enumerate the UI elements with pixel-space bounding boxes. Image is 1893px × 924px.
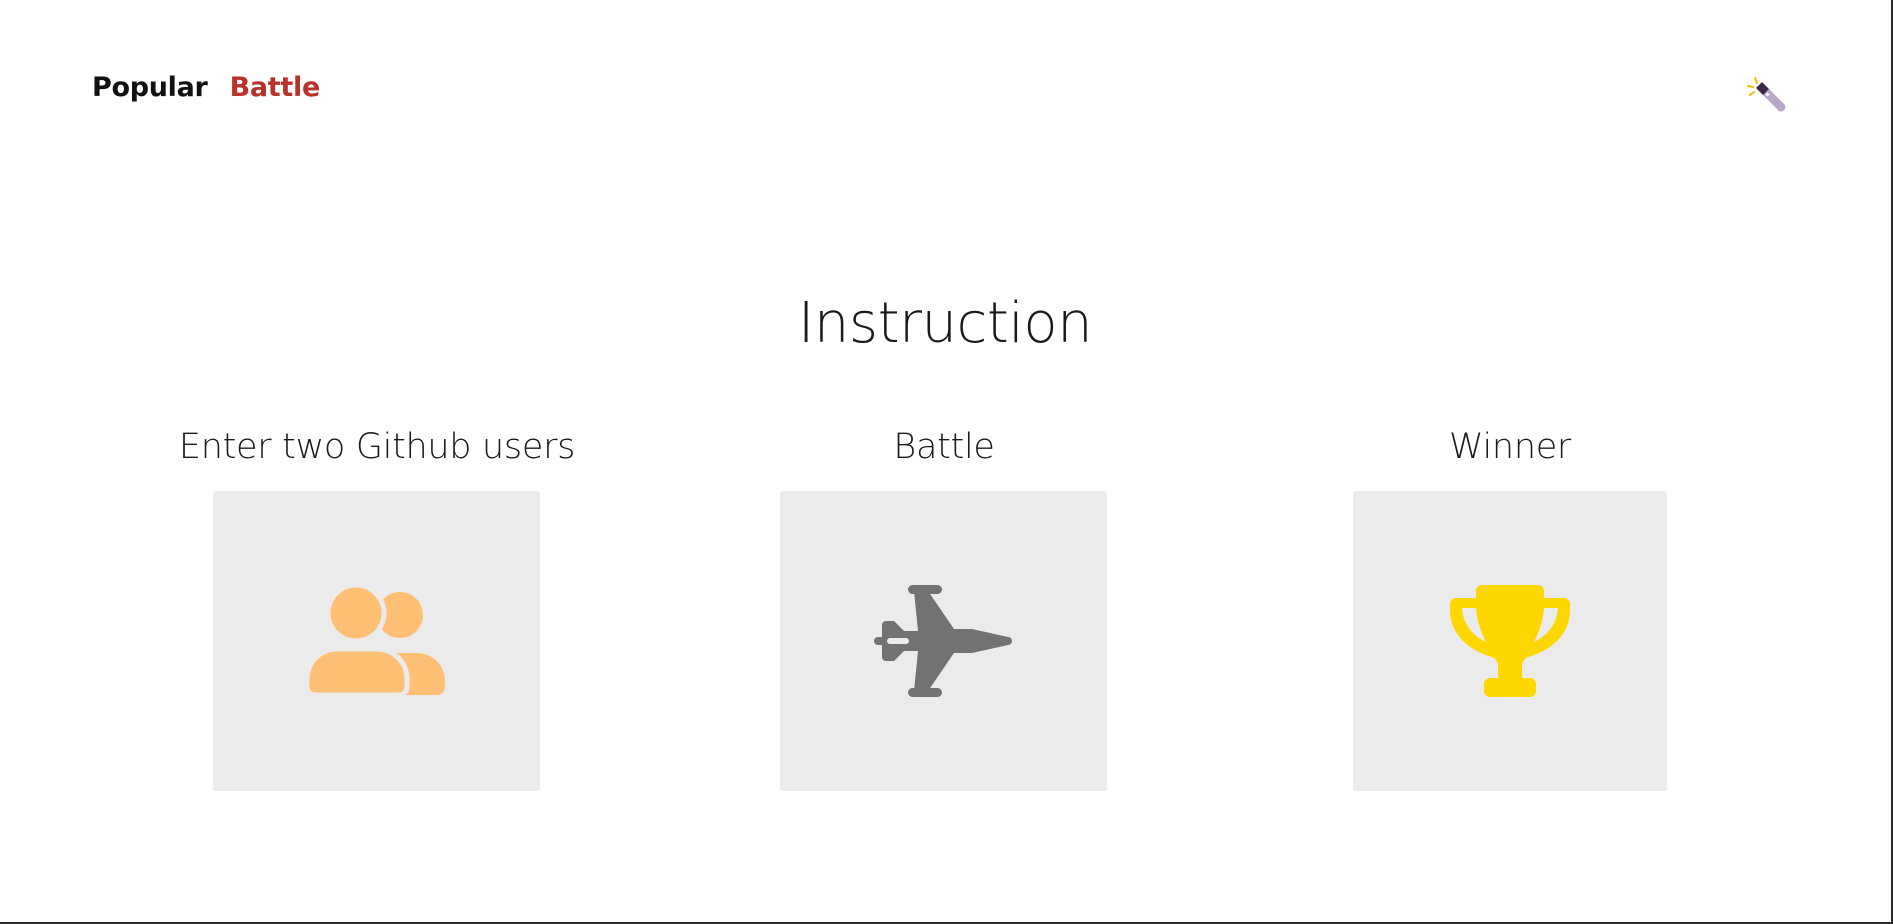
trophy-icon — [1450, 585, 1570, 697]
instruction-title: Instruction — [797, 291, 1093, 356]
flashlight-icon — [1747, 77, 1786, 112]
nav-link-battle[interactable]: Battle — [230, 72, 321, 103]
step-icon-box — [780, 491, 1107, 791]
step-label: Battle — [893, 427, 995, 467]
app-frame: Popular Battle Instruction Enter two Git… — [0, 0, 1893, 924]
step-winner: Winner — [1353, 427, 1667, 791]
users-icon — [306, 585, 445, 697]
step-battle: Battle — [780, 427, 1108, 791]
step-icon-box — [1353, 491, 1667, 791]
nav-link-popular[interactable]: Popular — [92, 72, 208, 103]
step-enter-users: Enter two Github users — [177, 427, 577, 791]
fighter-jet-icon — [873, 585, 1012, 697]
theme-toggle-button[interactable] — [1742, 68, 1790, 116]
main-nav: Popular Battle — [92, 72, 320, 103]
step-icon-box — [213, 491, 540, 791]
step-label: Enter two Github users — [178, 427, 576, 467]
step-label: Winner — [1448, 427, 1572, 467]
